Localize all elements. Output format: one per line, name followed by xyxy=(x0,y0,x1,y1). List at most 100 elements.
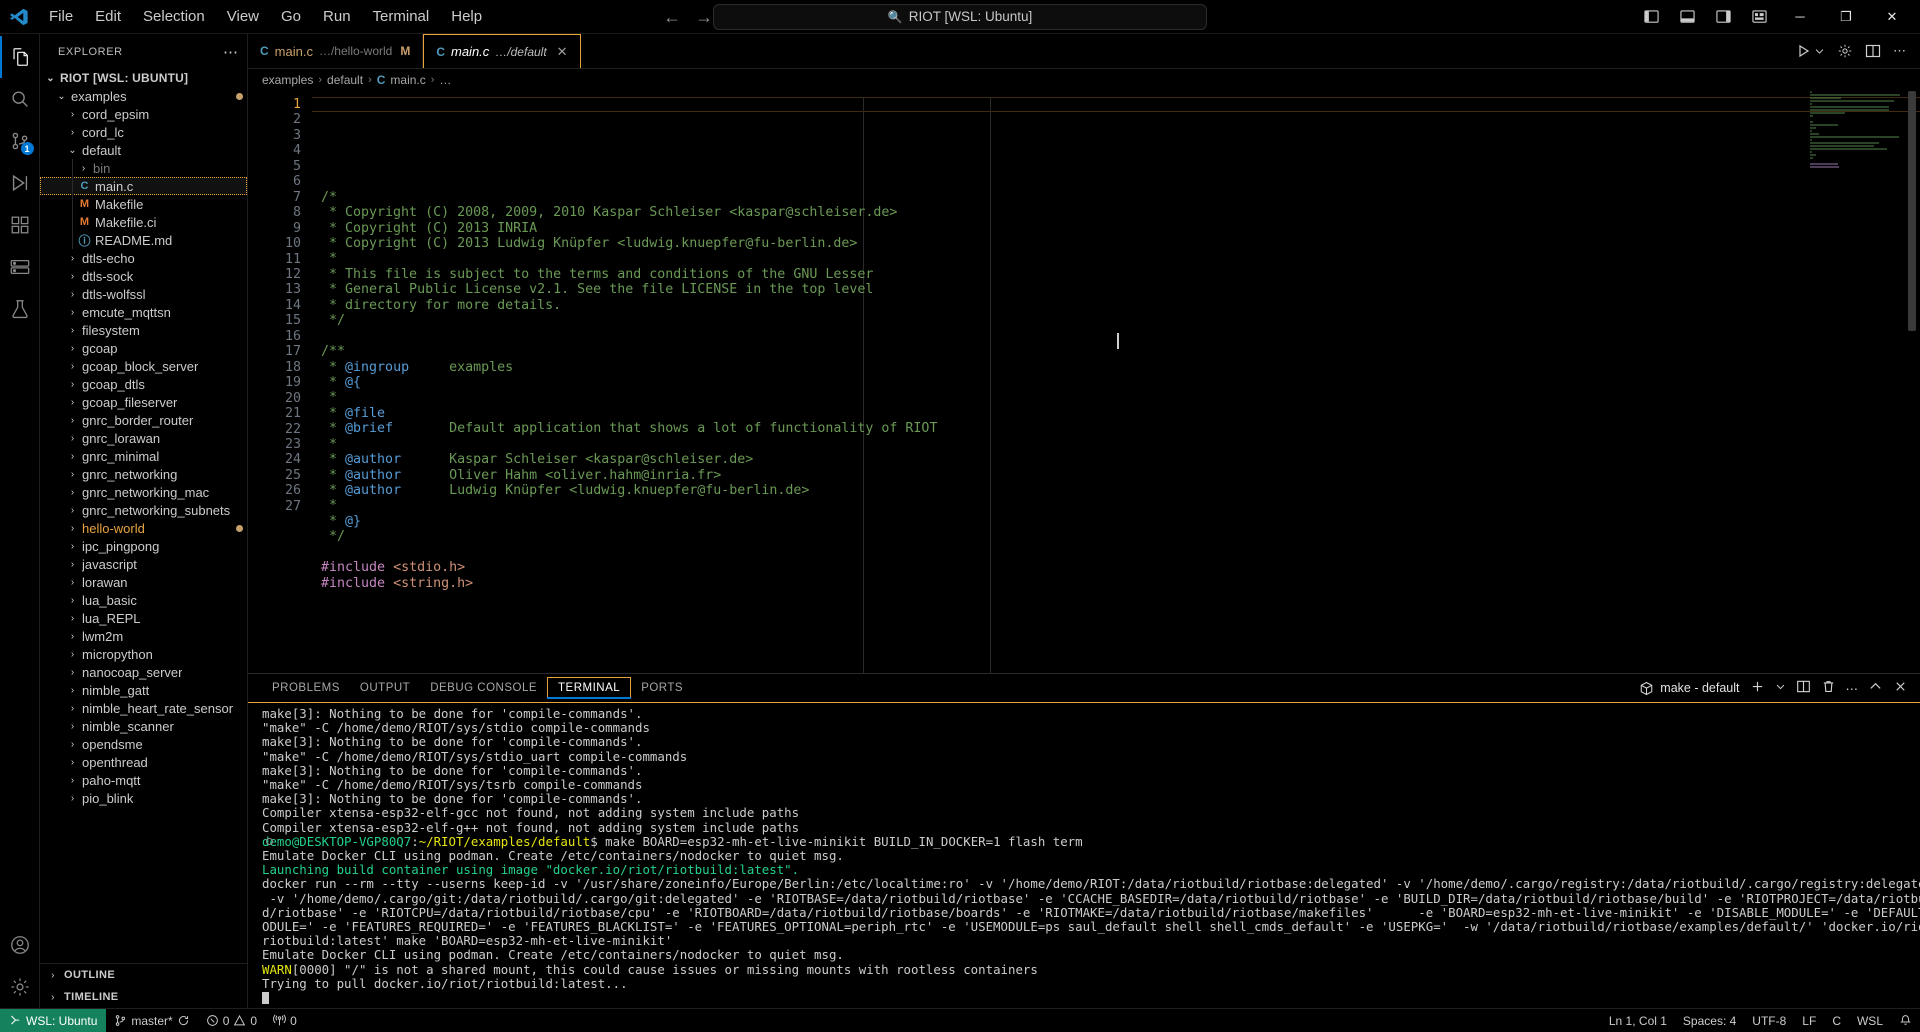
chevron-right-icon[interactable]: › xyxy=(66,307,79,318)
chevron-down-icon[interactable]: ⌄ xyxy=(55,91,68,102)
tree-item-filesystem[interactable]: ›filesystem xyxy=(40,321,247,339)
navigation-arrows[interactable]: ← → xyxy=(663,8,713,26)
tree-item-openthread[interactable]: ›openthread xyxy=(40,753,247,771)
editor-minimap[interactable] xyxy=(1810,91,1906,673)
code-line[interactable]: /** xyxy=(321,344,1920,359)
split-editor-icon[interactable] xyxy=(1861,41,1885,61)
tree-item-dtls-wolfssl[interactable]: ›dtls-wolfssl xyxy=(40,285,247,303)
tree-item-emcute-mqttsn[interactable]: ›emcute_mqttsn xyxy=(40,303,247,321)
breadcrumb-default[interactable]: default xyxy=(327,73,363,87)
editor-more-actions-icon[interactable]: ⋯ xyxy=(1889,41,1910,61)
status-problems-indicator[interactable]: 0 0 xyxy=(198,1009,265,1032)
editor-content[interactable]: /* * Copyright (C) 2008, 2009, 2010 Kasp… xyxy=(312,91,1920,673)
menu-run[interactable]: Run xyxy=(312,5,362,28)
code-line[interactable]: /* xyxy=(321,190,1920,205)
tree-item-gcoap-block-server[interactable]: ›gcoap_block_server xyxy=(40,357,247,375)
command-decoration-icon[interactable] xyxy=(266,838,273,845)
editor-tab-hello-world[interactable]: C main.c …/hello-world M xyxy=(248,34,423,68)
active-terminal-label[interactable]: make - default xyxy=(1639,681,1739,696)
tree-item-nimble-heart-rate-sensor[interactable]: ›nimble_heart_rate_sensor xyxy=(40,699,247,717)
breadcrumb-file[interactable]: main.c xyxy=(390,73,425,87)
window-minimize-button[interactable]: ─ xyxy=(1778,1,1822,33)
code-line[interactable]: * General Public License v2.1. See the f… xyxy=(321,282,1920,297)
chevron-right-icon[interactable]: › xyxy=(66,487,79,498)
window-maximize-button[interactable]: ❐ xyxy=(1824,1,1868,33)
chevron-right-icon[interactable]: › xyxy=(66,703,79,714)
terminal-output[interactable]: make[3]: Nothing to be done for 'compile… xyxy=(248,702,1920,1008)
tree-item-dtls-sock[interactable]: ›dtls-sock xyxy=(40,267,247,285)
activity-item-testing[interactable] xyxy=(0,288,40,330)
tree-item-gcoap-fileserver[interactable]: ›gcoap_fileserver xyxy=(40,393,247,411)
code-line[interactable]: #include <string.h> xyxy=(321,576,1920,591)
code-line[interactable]: #include <stdio.h> xyxy=(321,560,1920,575)
activity-item-explorer[interactable] xyxy=(0,36,40,78)
tree-item-cord-epsim[interactable]: ›cord_epsim xyxy=(40,105,247,123)
editor-scrollbar[interactable] xyxy=(1906,91,1918,673)
tree-item-ipc-pingpong[interactable]: ›ipc_pingpong xyxy=(40,537,247,555)
code-line[interactable]: * Copyright (C) 2008, 2009, 2010 Kaspar … xyxy=(321,205,1920,220)
chevron-right-icon[interactable]: › xyxy=(66,541,79,552)
tree-item-lua-basic[interactable]: ›lua_basic xyxy=(40,591,247,609)
command-center[interactable]: 🔍 RIOT [WSL: Ubuntu] xyxy=(713,4,1207,30)
code-line[interactable] xyxy=(321,329,1920,344)
menu-file[interactable]: File xyxy=(38,5,84,28)
chevron-right-icon[interactable]: › xyxy=(66,109,79,120)
chevron-right-icon[interactable]: › xyxy=(66,649,79,660)
tree-item-gnrc-networking-subnets[interactable]: ›gnrc_networking_subnets xyxy=(40,501,247,519)
status-ports-indicator[interactable]: 0 xyxy=(265,1009,305,1032)
chevron-right-icon[interactable]: › xyxy=(66,343,79,354)
tree-item-gnrc-networking[interactable]: ›gnrc_networking xyxy=(40,465,247,483)
sidebar-section-timeline[interactable]: › TIMELINE xyxy=(40,986,247,1008)
tree-item-dtls-echo[interactable]: ›dtls-echo xyxy=(40,249,247,267)
editor-scrollbar-thumb[interactable] xyxy=(1908,91,1916,331)
chevron-right-icon[interactable]: › xyxy=(66,559,79,570)
activity-item-source-control[interactable]: 1 xyxy=(0,120,40,162)
tree-item-gnrc-lorawan[interactable]: ›gnrc_lorawan xyxy=(40,429,247,447)
menu-bar[interactable]: File Edit Selection View Go Run Terminal… xyxy=(38,5,493,28)
tree-item-bin[interactable]: ›bin xyxy=(40,159,247,177)
activity-item-manage-gear[interactable] xyxy=(0,966,40,1008)
chevron-right-icon[interactable]: › xyxy=(66,289,79,300)
panel-tab-terminal[interactable]: TERMINAL xyxy=(547,677,631,699)
tree-item-main-c[interactable]: Cmain.c xyxy=(40,177,247,195)
code-line[interactable]: * Copyright (C) 2013 INRIA xyxy=(321,221,1920,236)
code-line[interactable]: * @file xyxy=(321,406,1920,421)
chevron-right-icon[interactable]: › xyxy=(66,397,79,408)
tab-close-icon[interactable]: ✕ xyxy=(557,44,568,60)
chevron-right-icon[interactable]: › xyxy=(66,613,79,624)
tree-item-gnrc-minimal[interactable]: ›gnrc_minimal xyxy=(40,447,247,465)
chevron-right-icon[interactable]: › xyxy=(66,271,79,282)
code-line[interactable]: * Copyright (C) 2013 Ludwig Knüpfer <lud… xyxy=(321,236,1920,251)
tree-item-gnrc-border-router[interactable]: ›gnrc_border_router xyxy=(40,411,247,429)
status-notifications-bell-icon[interactable] xyxy=(1891,1009,1920,1032)
tree-item-cord-lc[interactable]: ›cord_lc xyxy=(40,123,247,141)
panel-tab-output[interactable]: OUTPUT xyxy=(350,678,420,698)
code-line[interactable]: * This file is subject to the terms and … xyxy=(321,267,1920,282)
customize-layout-icon[interactable] xyxy=(1742,2,1776,32)
close-panel-icon[interactable] xyxy=(1893,679,1908,697)
code-line[interactable]: * @author Oliver Hahm <oliver.hahm@inria… xyxy=(321,468,1920,483)
tree-item-examples[interactable]: ⌄examples xyxy=(40,87,247,105)
breadcrumb-symbols[interactable]: … xyxy=(439,73,451,87)
tree-item-default[interactable]: ⌄default xyxy=(40,141,247,159)
sidebar-more-actions-icon[interactable]: ⋯ xyxy=(223,43,239,61)
chevron-right-icon[interactable]: › xyxy=(66,685,79,696)
chevron-right-icon[interactable]: › xyxy=(66,739,79,750)
menu-go[interactable]: Go xyxy=(270,5,312,28)
editor-tab-default[interactable]: C main.c …/default ✕ xyxy=(423,34,580,68)
tree-item-lorawan[interactable]: ›lorawan xyxy=(40,573,247,591)
chevron-right-icon[interactable]: › xyxy=(66,253,79,264)
activity-item-remote-explorer[interactable] xyxy=(0,246,40,288)
chevron-right-icon[interactable]: › xyxy=(66,325,79,336)
code-line[interactable]: */ xyxy=(321,529,1920,544)
tree-item-gcoap-dtls[interactable]: ›gcoap_dtls xyxy=(40,375,247,393)
status-language-mode[interactable]: C xyxy=(1824,1009,1849,1032)
chevron-right-icon[interactable]: › xyxy=(66,667,79,678)
tree-item-lwm2m[interactable]: ›lwm2m xyxy=(40,627,247,645)
code-line[interactable]: * @} xyxy=(321,514,1920,529)
chevron-right-icon[interactable]: › xyxy=(66,469,79,480)
chevron-right-icon[interactable]: › xyxy=(66,523,79,534)
panel-tab-problems[interactable]: PROBLEMS xyxy=(262,678,350,698)
code-line[interactable]: * xyxy=(321,498,1920,513)
sidebar-section-outline[interactable]: › OUTLINE xyxy=(40,964,247,986)
